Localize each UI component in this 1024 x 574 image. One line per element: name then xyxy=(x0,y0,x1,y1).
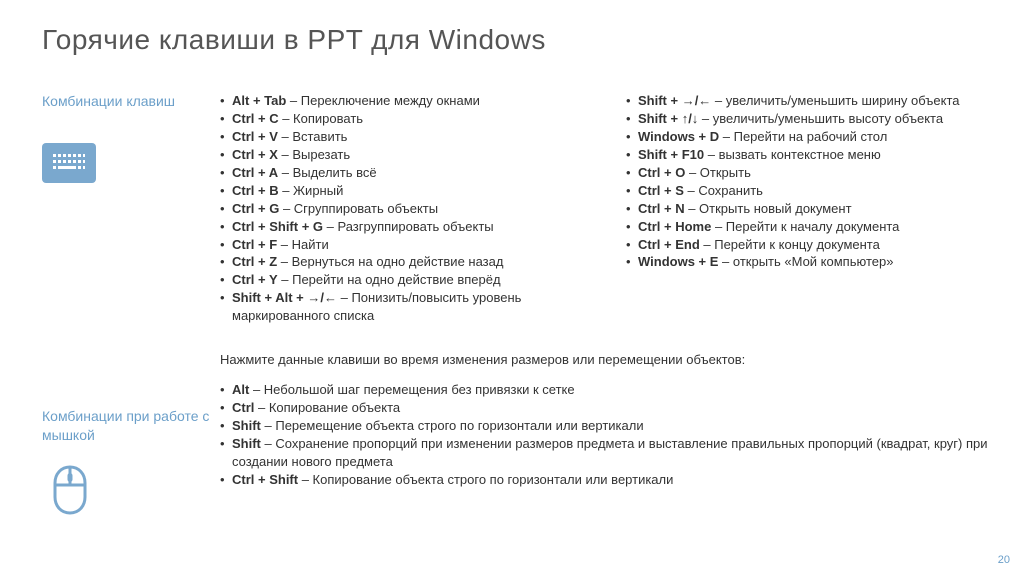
shortcut-item: Ctrl + F – Найти xyxy=(220,236,588,254)
shortcut-description: – Открыть новый документ xyxy=(685,201,852,216)
mouse-intro-text: Нажмите данные клавиши во время изменени… xyxy=(220,351,994,369)
shortcut-item: Alt + Tab – Переключение между окнами xyxy=(220,92,588,110)
shortcut-item: Ctrl + X – Вырезать xyxy=(220,146,588,164)
mouse-icon xyxy=(52,465,88,515)
shortcut-description: – Найти xyxy=(277,237,329,252)
shortcut-key: Ctrl + Z xyxy=(232,254,277,269)
shortcut-key: Shift + ↑/↓ xyxy=(638,111,698,126)
shortcut-key: Ctrl + F xyxy=(232,237,277,252)
shortcut-key: Ctrl xyxy=(232,400,254,415)
shortcut-description: – Сохранить xyxy=(684,183,763,198)
shortcut-item: Alt – Небольшой шаг перемещения без прив… xyxy=(220,381,994,399)
shortcut-description: – Копирование объекта xyxy=(254,400,400,415)
shortcut-description: – Небольшой шаг перемещения без привязки… xyxy=(249,382,574,397)
shortcut-key: Ctrl + Shift + G xyxy=(232,219,323,234)
shortcut-key: Shift xyxy=(232,436,261,451)
shortcut-description: – увеличить/уменьшить высоту объекта xyxy=(698,111,943,126)
shortcut-description: – Выделить всё xyxy=(278,165,377,180)
shortcut-description: – Копировать xyxy=(279,111,363,126)
mouse-shortcuts-list: Alt – Небольшой шаг перемещения без прив… xyxy=(210,381,994,489)
shortcut-key: Windows + E xyxy=(638,254,718,269)
shortcut-item: Ctrl + Home – Перейти к началу документа xyxy=(626,218,994,236)
shortcut-item: Ctrl + B – Жирный xyxy=(220,182,588,200)
shortcut-key: Alt xyxy=(232,382,249,397)
shortcut-description: – Вставить xyxy=(278,129,348,144)
shortcut-key: Ctrl + Shift xyxy=(232,472,298,487)
shortcut-item: Shift – Перемещение объекта строго по го… xyxy=(220,417,994,435)
shortcut-item: Ctrl + N – Открыть новый документ xyxy=(626,200,994,218)
shortcut-key: Ctrl + End xyxy=(638,237,700,252)
shortcut-key: Ctrl + Y xyxy=(232,272,278,287)
shortcut-key: Ctrl + G xyxy=(232,201,279,216)
shortcut-key: Ctrl + B xyxy=(232,183,279,198)
shortcut-item: Ctrl + S – Сохранить xyxy=(626,182,994,200)
shortcut-key: Alt + Tab xyxy=(232,93,286,108)
shortcut-key: Ctrl + Home xyxy=(638,219,711,234)
shortcut-key: Ctrl + N xyxy=(638,201,685,216)
shortcut-description: – открыть «Мой компьютер» xyxy=(718,254,893,269)
shortcut-key: Ctrl + V xyxy=(232,129,278,144)
shortcut-item: Shift – Сохранение пропорций при изменен… xyxy=(220,435,994,471)
section-label-mouse: Комбинации при работе с мышкой xyxy=(42,407,210,445)
shortcut-key: Shift + Alt + →/← xyxy=(232,290,337,305)
shortcut-description: – Перейти на одно действие вперёд xyxy=(278,272,501,287)
sidebar: Комбинации клавиш xyxy=(42,92,210,515)
shortcut-key: Shift + F10 xyxy=(638,147,704,162)
shortcut-item: Shift + →/← – увеличить/уменьшить ширину… xyxy=(626,92,994,110)
shortcut-item: Ctrl + C – Копировать xyxy=(220,110,588,128)
shortcut-description: – Перейти к концу документа xyxy=(700,237,880,252)
shortcut-key: Ctrl + A xyxy=(232,165,278,180)
shortcut-item: Ctrl + Shift + G – Разгруппировать объек… xyxy=(220,218,588,236)
shortcut-key: Windows + D xyxy=(638,129,719,144)
shortcut-item: Shift + ↑/↓ – увеличить/уменьшить высоту… xyxy=(626,110,994,128)
shortcut-description: – увеличить/уменьшить ширину объекта xyxy=(711,93,959,108)
shortcut-item: Windows + E – открыть «Мой компьютер» xyxy=(626,253,994,271)
main-content: Alt + Tab – Переключение между окнамиCtr… xyxy=(210,92,994,515)
page-number: 20 xyxy=(998,554,1010,566)
shortcut-item: Ctrl + O – Открыть xyxy=(626,164,994,182)
shortcut-item: Ctrl – Копирование объекта xyxy=(220,399,994,417)
shortcut-description: – Переключение между окнами xyxy=(286,93,480,108)
shortcut-item: Windows + D – Перейти на рабочий стол xyxy=(626,128,994,146)
shortcut-description: – Открыть xyxy=(685,165,751,180)
shortcut-description: – Перейти на рабочий стол xyxy=(719,129,887,144)
shortcut-key: Ctrl + O xyxy=(638,165,685,180)
shortcut-item: Ctrl + V – Вставить xyxy=(220,128,588,146)
keyboard-icon xyxy=(42,143,96,183)
shortcut-description: – Сгруппировать объекты xyxy=(279,201,438,216)
shortcuts-list-left: Alt + Tab – Переключение между окнамиCtr… xyxy=(210,92,588,325)
shortcut-key: Ctrl + S xyxy=(638,183,684,198)
section-label-keyboard: Комбинации клавиш xyxy=(42,92,210,111)
shortcut-item: Ctrl + Shift – Копирование объекта строг… xyxy=(220,471,994,489)
shortcut-key: Ctrl + X xyxy=(232,147,278,162)
slide-title: Горячие клавиши в PPT для Windows xyxy=(0,0,1024,56)
shortcut-item: Ctrl + End – Перейти к концу документа xyxy=(626,236,994,254)
shortcut-key: Shift xyxy=(232,418,261,433)
shortcut-description: – Вырезать xyxy=(278,147,350,162)
shortcut-description: – Жирный xyxy=(279,183,344,198)
shortcuts-list-right: Shift + →/← – увеличить/уменьшить ширину… xyxy=(616,92,994,271)
shortcut-key: Shift + →/← xyxy=(638,93,711,108)
shortcut-description: – Вернуться на одно действие назад xyxy=(277,254,503,269)
shortcut-description: – Перейти к началу документа xyxy=(711,219,899,234)
shortcut-item: Ctrl + Y – Перейти на одно действие впер… xyxy=(220,271,588,289)
shortcut-description: – Сохранение пропорций при изменении раз… xyxy=(232,436,988,469)
slide-content: Комбинации клавиш xyxy=(0,56,1024,515)
shortcut-item: Shift + F10 – вызвать контекстное меню xyxy=(626,146,994,164)
shortcut-item: Ctrl + A – Выделить всё xyxy=(220,164,588,182)
shortcut-description: – Разгруппировать объекты xyxy=(323,219,494,234)
shortcut-description: – Перемещение объекта строго по горизонт… xyxy=(261,418,644,433)
shortcut-key: Ctrl + C xyxy=(232,111,279,126)
shortcut-item: Ctrl + G – Сгруппировать объекты xyxy=(220,200,588,218)
shortcut-item: Shift + Alt + →/← – Понизить/повысить ур… xyxy=(220,289,588,325)
shortcut-description: – вызвать контекстное меню xyxy=(704,147,881,162)
shortcut-description: – Копирование объекта строго по горизонт… xyxy=(298,472,673,487)
shortcut-item: Ctrl + Z – Вернуться на одно действие на… xyxy=(220,253,588,271)
